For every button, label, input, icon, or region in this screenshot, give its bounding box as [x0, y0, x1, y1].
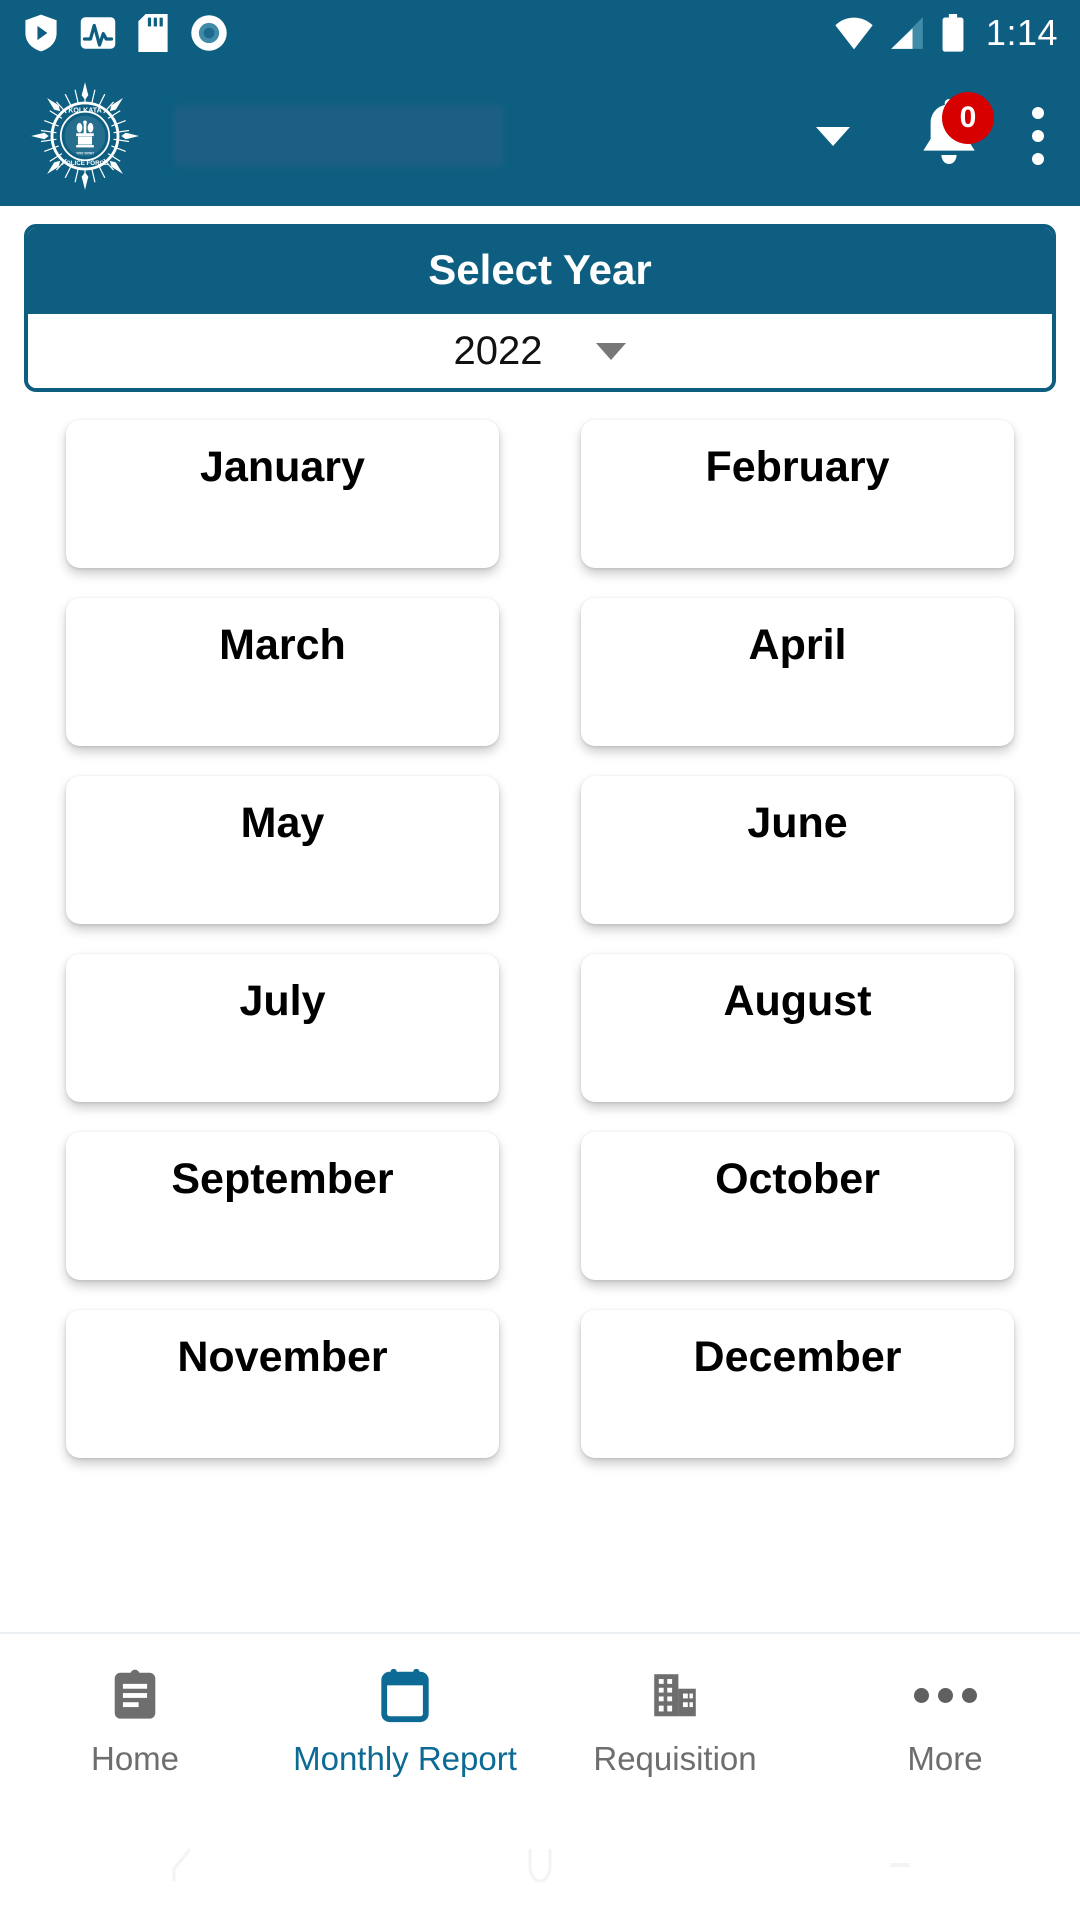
month-label: August: [723, 977, 872, 1025]
clipboard-icon: [114, 1669, 156, 1719]
bottom-navigation: Home Monthly Report Requisition More: [0, 1632, 1080, 1810]
month-card-october[interactable]: October: [581, 1132, 1014, 1280]
month-label: January: [200, 443, 365, 491]
back-icon[interactable]: [156, 1841, 204, 1889]
nav-label: More: [907, 1740, 983, 1777]
overflow-menu-icon[interactable]: [1032, 107, 1044, 165]
month-card-june[interactable]: June: [581, 776, 1014, 924]
svg-text:POLICE FORCE: POLICE FORCE: [62, 160, 108, 167]
android-system-nav: [0, 1810, 1080, 1920]
cellular-signal-icon: [891, 17, 923, 49]
nav-item-monthly-report[interactable]: Monthly Report: [270, 1666, 540, 1778]
year-selector-panel: Select Year 2022: [24, 224, 1056, 392]
sd-card-icon: [138, 14, 168, 52]
month-label: November: [177, 1333, 388, 1381]
month-label: June: [747, 799, 848, 847]
recents-icon[interactable]: [876, 1841, 924, 1889]
month-card-may[interactable]: May: [66, 776, 499, 924]
nav-item-requisition[interactable]: Requisition: [540, 1666, 810, 1778]
month-card-march[interactable]: March: [66, 598, 499, 746]
app-root: 1:14 KOLKATA POLICE FORCE भारत सरकार 0 S…: [0, 0, 1080, 1920]
month-label: October: [715, 1155, 880, 1203]
month-label: July: [239, 977, 326, 1025]
calendar-icon: [381, 1668, 429, 1723]
month-card-november[interactable]: November: [66, 1310, 499, 1458]
month-card-december[interactable]: December: [581, 1310, 1014, 1458]
month-card-july[interactable]: July: [66, 954, 499, 1102]
month-label: December: [693, 1333, 902, 1381]
record-circle-icon: [191, 15, 227, 51]
month-grid: January February March April May June Ju…: [66, 420, 1014, 1458]
status-bar-clock: 1:14: [985, 12, 1058, 53]
activity-pulse-icon: [80, 17, 116, 49]
svg-text:भारत सरकार: भारत सरकार: [76, 152, 94, 156]
year-selected-value: 2022: [453, 328, 543, 373]
month-card-february[interactable]: February: [581, 420, 1014, 568]
select-year-label: Select Year: [28, 228, 1052, 314]
month-card-january[interactable]: January: [66, 420, 499, 568]
year-dropdown[interactable]: 2022: [28, 314, 1052, 388]
nav-label: Requisition: [593, 1740, 757, 1777]
app-bar: KOLKATA POLICE FORCE भारत सरकार 0: [0, 66, 1080, 206]
building-icon: [654, 1674, 696, 1717]
nav-item-home[interactable]: Home: [0, 1666, 270, 1778]
battery-icon: [942, 14, 964, 52]
nav-label: Monthly Report: [293, 1740, 517, 1777]
wifi-icon: [835, 17, 873, 50]
shield-play-icon: [25, 14, 57, 52]
status-bar-right-icons: 1:14: [834, 12, 1058, 54]
chevron-down-icon[interactable]: [816, 126, 850, 146]
month-card-april[interactable]: April: [581, 598, 1014, 746]
month-label: September: [171, 1155, 394, 1203]
app-title-redacted: [174, 105, 504, 167]
home-icon[interactable]: [516, 1841, 564, 1889]
month-label: March: [219, 621, 346, 669]
ellipsis-icon: [913, 1666, 977, 1724]
status-bar: 1:14: [0, 0, 1080, 66]
month-label: April: [748, 621, 847, 669]
year-panel-gap: [0, 206, 1080, 224]
month-label: May: [240, 799, 325, 847]
kolkata-police-logo: KOLKATA POLICE FORCE भारत सरकार: [31, 82, 139, 190]
svg-text:KOLKATA: KOLKATA: [68, 107, 101, 114]
nav-item-more[interactable]: More: [810, 1666, 1080, 1778]
notification-bell-button[interactable]: 0: [914, 92, 994, 174]
notification-badge: 0: [942, 92, 994, 144]
nav-label: Home: [90, 1740, 180, 1777]
month-card-september[interactable]: September: [66, 1132, 499, 1280]
status-bar-left-icons: [24, 14, 228, 52]
caret-down-icon: [596, 342, 627, 360]
month-card-august[interactable]: August: [581, 954, 1014, 1102]
month-label: February: [705, 443, 890, 491]
